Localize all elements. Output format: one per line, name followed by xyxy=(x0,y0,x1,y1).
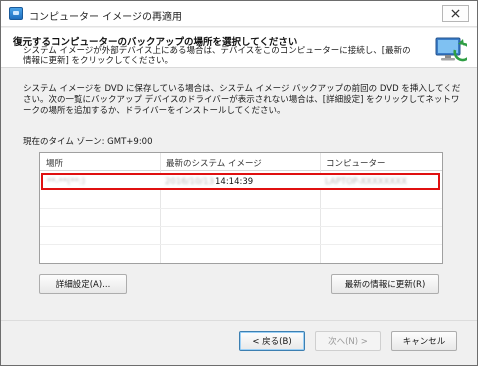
column-header-computer[interactable]: コンピューター xyxy=(326,157,386,169)
computer-restore-icon xyxy=(435,37,467,62)
table-row[interactable]: **-**(**:) 2016/10/13 14:14:39 LAPTOP-XX… xyxy=(41,173,440,190)
table-header: 場所 最新のシステム イメージ コンピューター xyxy=(40,153,442,171)
dialog-window: コンピューター イメージの再適用 復元するコンピューターのバックアップの場所を選… xyxy=(0,0,478,366)
cell-location: **-**(**:) xyxy=(47,177,86,187)
backup-list: 場所 最新のシステム イメージ コンピューター **-**(**:) 2016/… xyxy=(39,152,443,264)
column-header-location[interactable]: 場所 xyxy=(46,157,63,169)
row-divider xyxy=(40,226,442,227)
row-divider xyxy=(40,208,442,209)
close-button[interactable] xyxy=(442,5,469,22)
refresh-button[interactable]: 最新の情報に更新(R) xyxy=(331,274,439,294)
cancel-button[interactable]: キャンセル xyxy=(391,331,457,351)
page-subtitle: システム イメージが外部デバイス上にある場合は、デバイスをこのコンピューターに接… xyxy=(23,46,411,66)
column-header-latest-image[interactable]: 最新のシステム イメージ xyxy=(166,157,262,169)
advanced-settings-button[interactable]: 詳細設定(A)... xyxy=(39,274,127,294)
timezone-label: 現在のタイム ゾーン: GMT+9:00 xyxy=(23,137,153,147)
cell-date: 2016/10/13 xyxy=(165,177,214,187)
cell-time: 14:14:39 xyxy=(215,177,254,187)
row-divider xyxy=(40,244,442,245)
title-bar: コンピューター イメージの再適用 xyxy=(1,1,477,27)
window-title: コンピューター イメージの再適用 xyxy=(29,12,182,23)
back-button[interactable]: < 戻る(B) xyxy=(239,331,305,351)
footer-separator xyxy=(1,320,477,321)
wizard-header: 復元するコンピューターのバックアップの場所を選択してください システム イメージ… xyxy=(1,28,477,68)
instructions-text: システム イメージを DVD に保存している場合は、システム イメージ バックア… xyxy=(23,84,461,116)
close-icon xyxy=(451,9,460,18)
cell-computer: LAPTOP-XXXXXXXX xyxy=(325,177,407,187)
backup-restore-icon xyxy=(9,7,23,20)
next-button[interactable]: 次へ(N) > xyxy=(315,331,381,351)
